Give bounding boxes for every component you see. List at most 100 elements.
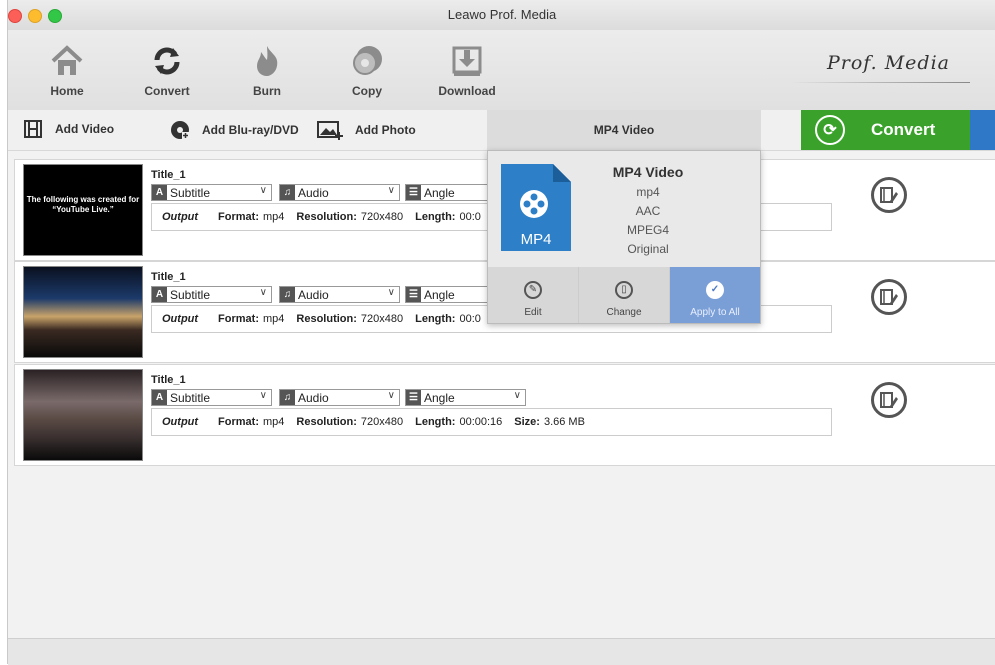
- format-value: mp4: [263, 313, 285, 325]
- output-label: Output: [162, 211, 199, 223]
- film-edit-icon: [880, 187, 898, 203]
- angle-select[interactable]: ☰ Angle ∨: [405, 389, 526, 406]
- toolbar-convert-label: Convert: [144, 84, 190, 98]
- subtitle-value: Subtitle: [170, 185, 211, 200]
- chevron-down-icon: ∨: [259, 390, 267, 401]
- film-edit-icon: [880, 289, 898, 305]
- apply-to-all-button[interactable]: ✓ Apply to All: [670, 267, 760, 323]
- video-thumbnail: [23, 266, 143, 358]
- format-label: Format:: [218, 416, 259, 428]
- toolbar-burn-label: Burn: [253, 84, 281, 98]
- profile-popup: MP4 MP4 Video mp4 AAC MPEG4 Original ✎ Ed…: [487, 150, 761, 324]
- brand-logo: Prof. Media: [826, 52, 950, 74]
- convert-button[interactable]: ⟳ Convert: [801, 110, 970, 150]
- window-title: Leawo Prof. Media: [447, 7, 557, 22]
- toolbar-download-label: Download: [438, 84, 496, 98]
- audio-select[interactable]: ♫ Audio ∨: [279, 389, 400, 406]
- chevron-down-icon: ∨: [387, 185, 395, 196]
- audio-select[interactable]: ♫ Audio ∨: [279, 184, 400, 201]
- subtitle-value: Subtitle: [170, 287, 211, 302]
- audio-select[interactable]: ♫ Audio ∨: [279, 286, 400, 303]
- edit-video-icon[interactable]: [871, 279, 907, 315]
- toolbar-home-button[interactable]: Home: [32, 44, 102, 98]
- add-photo-button[interactable]: Add Photo: [317, 120, 416, 140]
- change-label: Change: [606, 307, 642, 318]
- profile-container: mp4: [636, 185, 660, 199]
- home-icon: [51, 45, 83, 75]
- add-video-button[interactable]: Add Video: [23, 120, 114, 138]
- film-edit-icon: [880, 392, 898, 408]
- brand-underline: [790, 82, 970, 83]
- toolbar-copy-label: Copy: [352, 84, 382, 98]
- angle-value: Angle: [424, 287, 455, 302]
- edit-video-icon[interactable]: [871, 382, 907, 418]
- toolbar-convert-button[interactable]: Convert: [132, 44, 202, 98]
- angle-icon: ☰: [406, 287, 421, 302]
- change-profile-button[interactable]: ▯ Change: [579, 267, 670, 323]
- pencil-icon: ✎: [524, 281, 542, 299]
- video-title: Title_1: [151, 271, 186, 283]
- add-bluray-label: Add Blu-ray/DVD: [202, 123, 299, 137]
- video-thumbnail: The following was created for “YouTube L…: [23, 164, 143, 256]
- maximize-window-button[interactable]: [48, 9, 62, 23]
- subtitle-value: Subtitle: [170, 390, 211, 405]
- chevron-down-icon: ∨: [259, 185, 267, 196]
- subtitle-select[interactable]: A Subtitle ∨: [151, 286, 272, 303]
- toolbar-burn-button[interactable]: Burn: [232, 44, 302, 98]
- add-photo-label: Add Photo: [355, 123, 416, 137]
- subtitle-select[interactable]: A Subtitle ∨: [151, 184, 272, 201]
- resolution-value: 720x480: [360, 313, 404, 325]
- action-bar: Add Video Add Blu-ray/DVD Add Photo MP4 …: [8, 110, 995, 151]
- profile-selector[interactable]: MP4 Video: [487, 110, 761, 150]
- audio-value: Audio: [298, 287, 329, 302]
- checkmark-icon: ✓: [706, 281, 724, 299]
- audio-icon: ♫: [280, 185, 295, 200]
- angle-icon: ☰: [406, 185, 421, 200]
- convert-label: Convert: [871, 120, 936, 139]
- add-bluray-button[interactable]: Add Blu-ray/DVD: [170, 120, 299, 140]
- list-item[interactable]: Title_1 A Subtitle ∨ ♫ Audio ∨ ☰ Angle ∨ Outpu…: [14, 364, 995, 466]
- edit-label: Edit: [524, 307, 542, 318]
- edit-video-icon[interactable]: [871, 177, 907, 213]
- toolbar-copy-button[interactable]: Copy: [332, 44, 402, 98]
- file-type-label: MP4: [521, 231, 552, 248]
- profile-name: MP4 Video: [612, 164, 684, 180]
- toolbar-download-button[interactable]: Download: [432, 44, 502, 98]
- profile-audio-codec: AAC: [635, 204, 661, 218]
- resolution-label: Resolution:: [296, 416, 357, 428]
- mp4-file-icon: MP4: [501, 164, 571, 251]
- angle-value: Angle: [424, 185, 455, 200]
- output-label: Output: [162, 416, 199, 428]
- angle-select[interactable]: ☰ Angle: [405, 184, 489, 201]
- audio-value: Audio: [298, 390, 329, 405]
- close-window-button[interactable]: [8, 9, 22, 23]
- chevron-down-icon: ∨: [513, 390, 521, 401]
- length-value: 00:00:16: [459, 416, 503, 428]
- chevron-down-icon: ∨: [387, 390, 395, 401]
- video-title: Title_1: [151, 169, 186, 181]
- device-icon: ▯: [615, 281, 633, 299]
- profile-video-codec: MPEG4: [626, 223, 669, 237]
- minimize-window-button[interactable]: [28, 9, 42, 23]
- subtitle-select[interactable]: A Subtitle ∨: [151, 389, 272, 406]
- convert-icon: [154, 47, 180, 75]
- length-value: 00:0: [459, 313, 481, 325]
- add-video-label: Add Video: [55, 122, 115, 136]
- resolution-value: 720x480: [360, 416, 404, 428]
- film-icon: [24, 120, 42, 138]
- status-bar: [8, 638, 995, 665]
- layout-toggle-button[interactable]: [970, 110, 995, 150]
- subtitle-icon: A: [152, 287, 167, 302]
- length-label: Length:: [415, 211, 456, 223]
- app-window: Leawo Prof. Media Home Convert Burn Copy…: [7, 0, 995, 665]
- subtitle-icon: A: [152, 390, 167, 405]
- output-label: Output: [162, 313, 199, 325]
- edit-profile-button[interactable]: ✎ Edit: [488, 267, 579, 323]
- format-value: mp4: [263, 416, 285, 428]
- angle-value: Angle: [424, 390, 455, 405]
- title-bar: Leawo Prof. Media: [8, 0, 995, 30]
- burn-icon: [257, 46, 278, 76]
- length-label: Length:: [415, 416, 456, 428]
- format-value: mp4: [263, 211, 285, 223]
- angle-select[interactable]: ☰ Angle: [405, 286, 489, 303]
